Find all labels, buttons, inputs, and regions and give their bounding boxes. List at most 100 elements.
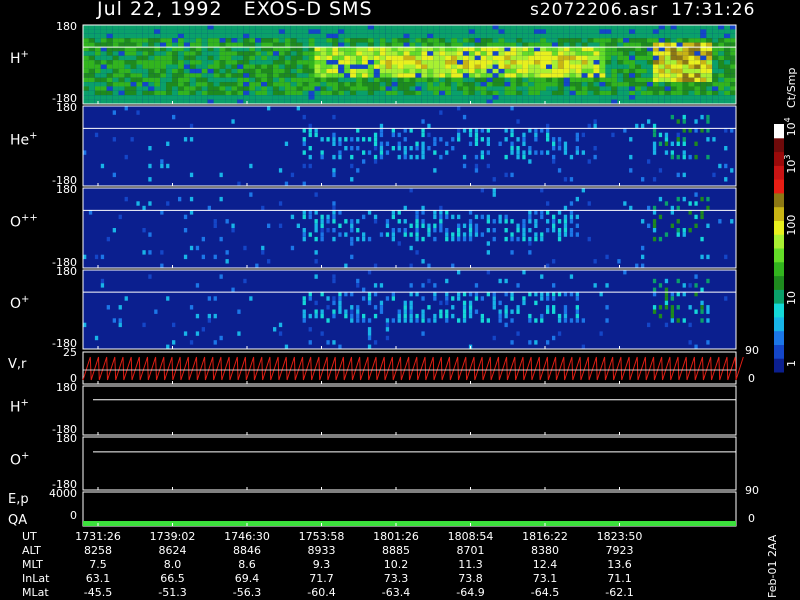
heatmap-cell bbox=[581, 132, 585, 138]
heatmap-cell bbox=[486, 228, 490, 233]
heatmap-cell bbox=[587, 159, 591, 164]
colorbar-swatch bbox=[774, 234, 784, 249]
heatmap-cell bbox=[522, 51, 529, 56]
heatmap-cell bbox=[308, 86, 315, 91]
heatmap-cell bbox=[427, 82, 434, 87]
table-cell: 71.1 bbox=[607, 572, 632, 585]
heatmap-cell bbox=[457, 73, 463, 78]
heatmap-cell bbox=[302, 95, 309, 100]
heatmap-cell bbox=[451, 296, 455, 301]
heatmap-cell bbox=[623, 68, 630, 74]
heatmap-cell bbox=[468, 223, 473, 228]
heatmap-cell bbox=[278, 68, 285, 74]
heatmap-cell bbox=[142, 250, 146, 255]
heatmap-cell bbox=[569, 228, 574, 233]
heatmap-cell bbox=[249, 99, 256, 104]
heatmap-cell bbox=[647, 29, 653, 34]
heatmap-cell bbox=[112, 137, 116, 142]
heatmap-cell bbox=[457, 106, 461, 111]
heatmap-cell bbox=[255, 38, 262, 43]
heatmap-cell bbox=[397, 77, 404, 83]
heatmap-cell bbox=[219, 60, 226, 65]
heatmap-cell bbox=[462, 313, 467, 319]
heatmap-cell bbox=[302, 181, 306, 186]
table-cell: 7923 bbox=[605, 544, 634, 557]
heatmap-cell bbox=[724, 51, 730, 56]
heatmap-cell bbox=[664, 278, 669, 284]
heatmap-cell bbox=[106, 86, 113, 91]
heatmap-cell bbox=[700, 305, 704, 310]
heatmap-cell bbox=[492, 29, 499, 34]
heatmap-cell bbox=[94, 90, 101, 96]
heatmap-cell bbox=[504, 73, 511, 78]
heatmap-cell bbox=[682, 86, 689, 91]
heatmap-cell bbox=[124, 64, 131, 69]
heatmap-cell bbox=[480, 154, 484, 160]
heatmap-cell bbox=[314, 29, 321, 34]
heatmap-cell bbox=[676, 90, 683, 96]
heatmap-cell bbox=[587, 64, 594, 69]
heatmap-cell bbox=[617, 60, 624, 65]
heatmap-cell bbox=[724, 163, 728, 169]
heatmap-cell bbox=[409, 64, 416, 69]
heatmap-cell bbox=[474, 60, 481, 65]
heatmap-cell bbox=[546, 55, 552, 61]
heatmap-cell bbox=[362, 236, 366, 242]
heatmap-cell bbox=[213, 82, 220, 87]
heatmap-cell bbox=[267, 42, 273, 47]
heatmap-cell bbox=[421, 236, 425, 242]
heatmap-cell bbox=[629, 95, 635, 100]
heatmap-cell bbox=[350, 236, 354, 242]
heatmap-cell bbox=[676, 73, 683, 78]
heatmap-cell bbox=[688, 60, 695, 65]
heatmap-cell bbox=[486, 51, 493, 56]
heatmap-cell bbox=[480, 82, 487, 87]
heatmap-cell bbox=[391, 214, 395, 220]
table-cell: 12.4 bbox=[532, 558, 558, 571]
heatmap-cell bbox=[581, 95, 588, 100]
heatmap-cell bbox=[356, 99, 362, 104]
heatmap-cell bbox=[273, 73, 279, 78]
heatmap-cell bbox=[403, 51, 410, 56]
heatmap-cell bbox=[391, 296, 395, 301]
heatmap-cell bbox=[664, 137, 669, 142]
heatmap-cell bbox=[403, 29, 410, 34]
heatmap-cell bbox=[587, 73, 594, 78]
heatmap-cell bbox=[522, 296, 526, 301]
heatmap-cell bbox=[605, 283, 609, 288]
heatmap-cell bbox=[290, 68, 297, 74]
heatmap-cell bbox=[118, 214, 122, 220]
table-cell: 8.0 bbox=[163, 558, 182, 571]
heatmap-cell bbox=[136, 38, 143, 43]
heatmap-cell bbox=[373, 214, 378, 220]
heatmap-cell bbox=[278, 29, 285, 34]
heatmap-cell bbox=[688, 154, 692, 160]
heatmap-cell bbox=[373, 33, 380, 39]
heatmap-cell bbox=[350, 25, 356, 30]
heatmap-cell bbox=[207, 68, 214, 74]
heatmap-cell bbox=[112, 172, 116, 178]
heatmap-cell bbox=[367, 137, 372, 142]
heatmap-cell bbox=[225, 29, 232, 34]
heatmap-cell bbox=[462, 38, 469, 43]
heatmap-cell bbox=[332, 68, 339, 74]
heatmap-cell bbox=[278, 331, 283, 336]
heatmap-cell bbox=[243, 82, 250, 87]
heatmap-cell bbox=[569, 77, 576, 83]
heatmap-cell bbox=[451, 73, 457, 78]
heatmap-cell bbox=[575, 51, 582, 56]
heatmap-cell bbox=[510, 146, 514, 151]
heatmap-cell bbox=[676, 278, 680, 284]
heatmap-cell bbox=[213, 33, 220, 39]
heatmap-cell bbox=[195, 29, 202, 34]
heatmap-cell bbox=[397, 55, 404, 61]
heatmap-cell bbox=[178, 68, 184, 74]
heatmap-cell bbox=[563, 305, 568, 310]
heatmap-cell bbox=[563, 29, 570, 34]
heatmap-cell bbox=[332, 132, 336, 138]
heatmap-cell bbox=[284, 68, 291, 74]
heatmap-cell bbox=[373, 25, 380, 30]
heatmap-cell bbox=[480, 90, 487, 96]
heatmap-cell bbox=[397, 318, 401, 323]
heatmap-cell bbox=[718, 42, 725, 47]
